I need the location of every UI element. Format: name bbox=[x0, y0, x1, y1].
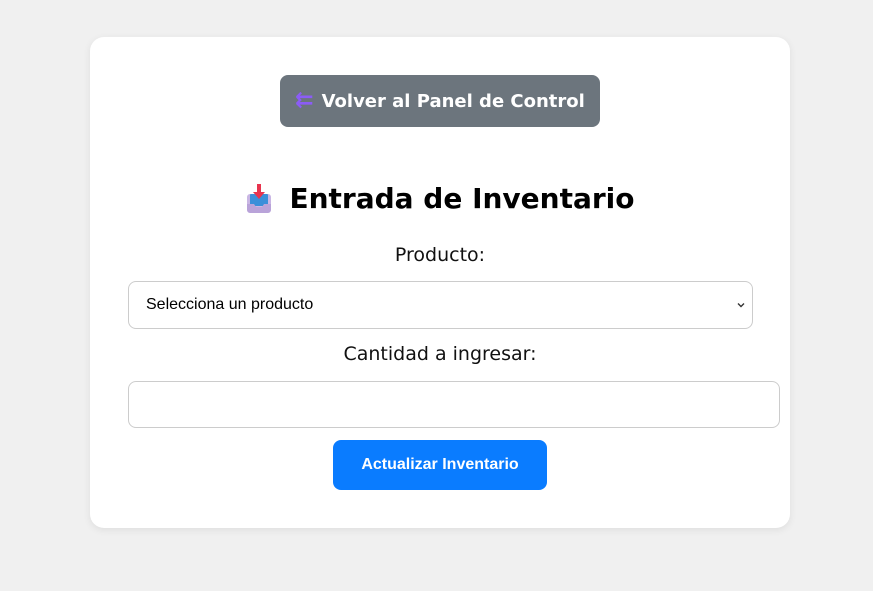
back-button-label: Volver al Panel de Control bbox=[321, 90, 585, 112]
page-title: Entrada de Inventario bbox=[289, 181, 635, 215]
quantity-label: Cantidad a ingresar: bbox=[343, 343, 537, 365]
product-select[interactable]: Selecciona un producto bbox=[128, 281, 753, 329]
product-select-value: Selecciona un producto bbox=[146, 296, 314, 313]
left-right-arrows-icon: ⇇ bbox=[295, 88, 314, 113]
inventory-card: ⇇ Volver al Panel de Control Entrada de … bbox=[90, 37, 790, 528]
back-to-dashboard-button[interactable]: ⇇ Volver al Panel de Control bbox=[280, 75, 600, 127]
quantity-input[interactable] bbox=[128, 381, 780, 428]
update-inventory-button[interactable]: Actualizar Inventario bbox=[333, 440, 547, 490]
product-label: Producto: bbox=[394, 244, 486, 266]
inbox-tray-icon bbox=[247, 184, 272, 213]
chevron-down-icon bbox=[737, 303, 745, 308]
page-title-row: Entrada de Inventario bbox=[90, 177, 790, 219]
